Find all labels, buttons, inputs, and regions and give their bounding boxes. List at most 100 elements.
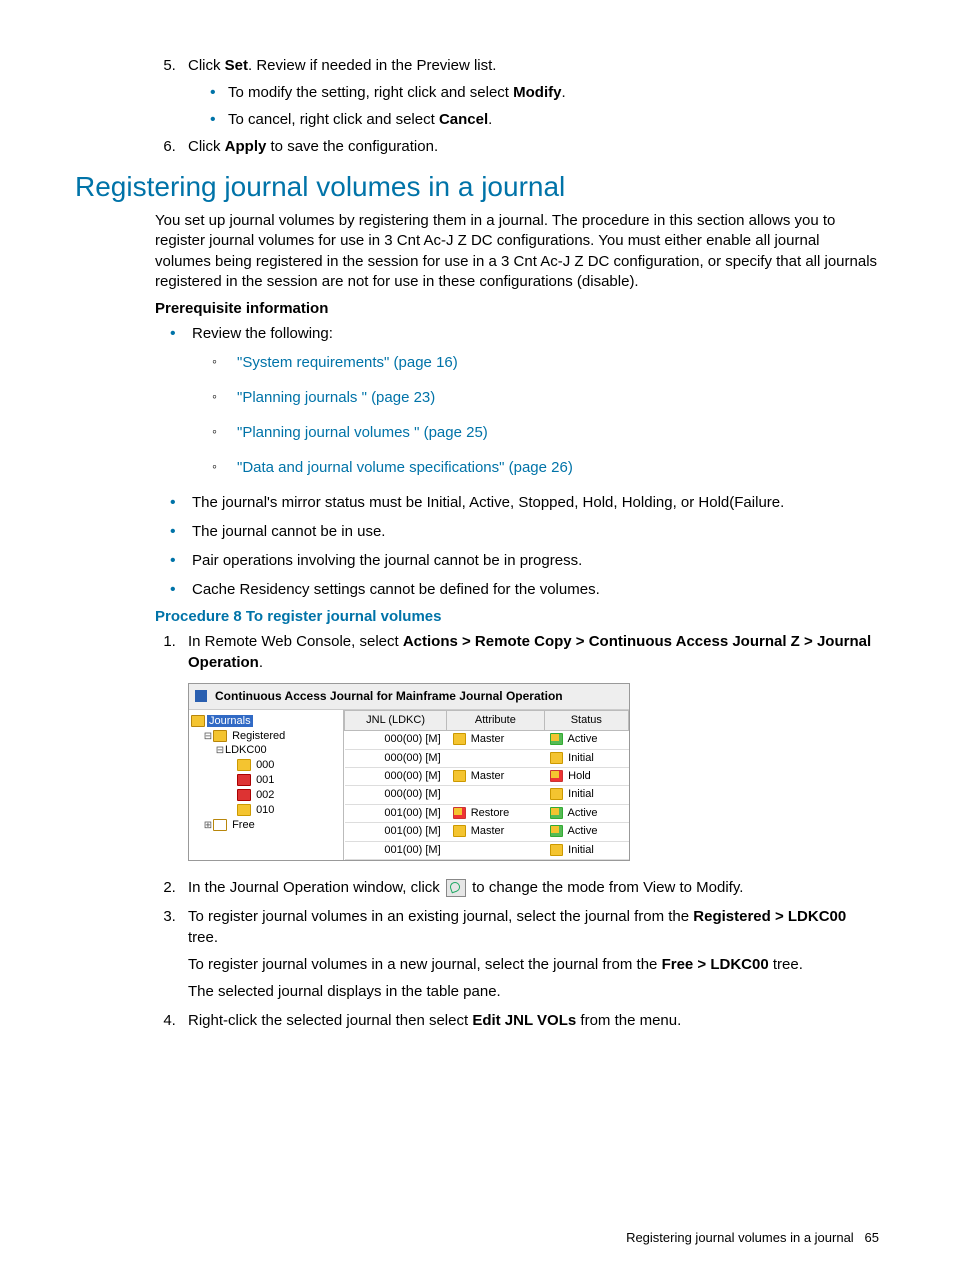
expand-icon[interactable]: ⊞ <box>203 819 213 833</box>
journal-icon <box>237 789 251 801</box>
tree-label: LDKC00 <box>225 744 267 756</box>
table-row[interactable]: 000(00) [M] Initial <box>345 786 629 804</box>
journal-icon <box>237 804 251 816</box>
cell-jnl: 001(00) [M] <box>345 823 447 841</box>
cell-status: Active <box>544 804 628 822</box>
proc-step-2: In the Journal Operation window, click t… <box>180 877 879 898</box>
journal-icon <box>237 774 251 786</box>
step-5: Click Set. Review if needed in the Previ… <box>180 55 879 130</box>
col-status[interactable]: Status <box>544 710 628 730</box>
prerequisite-heading: Prerequisite information <box>155 300 879 317</box>
text: Right-click the selected journal then se… <box>188 1012 472 1029</box>
attribute-icon <box>453 733 466 745</box>
cell-attribute: Restore <box>447 804 544 822</box>
text: . <box>561 84 565 101</box>
preceding-steps-list: Click Set. Review if needed in the Previ… <box>75 55 879 157</box>
table-row[interactable]: 000(00) [M] Master Active <box>345 731 629 749</box>
cell-attribute <box>447 786 544 804</box>
prereq-cache-residency: Cache Residency settings cannot be defin… <box>170 579 879 600</box>
tree-label: 010 <box>256 804 274 816</box>
prereq-not-in-use: The journal cannot be in use. <box>170 521 879 542</box>
cell-attribute <box>447 749 544 767</box>
link-planning-journals[interactable]: "Planning journals " (page 23) <box>237 389 435 406</box>
intro-paragraph: You set up journal volumes by registerin… <box>155 211 879 292</box>
collapse-icon[interactable]: ⊟ <box>203 730 213 744</box>
status-icon <box>550 807 563 819</box>
col-attribute[interactable]: Attribute <box>447 710 544 730</box>
procedure-heading: Procedure 8 To register journal volumes <box>155 608 879 625</box>
journal-table[interactable]: JNL (LDKC) Attribute Status 000(00) [M] … <box>344 710 629 860</box>
table-row[interactable]: 001(00) [M] Initial <box>345 841 629 859</box>
tree-node-010[interactable]: 010 <box>191 803 341 818</box>
tree-label: Free <box>232 819 255 831</box>
cell-status: Initial <box>544 841 628 859</box>
tree-label: 002 <box>256 789 274 801</box>
tree-root-journals[interactable]: Journals <box>191 714 341 729</box>
collapse-icon[interactable]: ⊟ <box>215 744 225 758</box>
bold-text: Cancel <box>439 111 488 128</box>
bold-text: Set <box>225 57 248 74</box>
text: tree. <box>769 956 803 973</box>
prereq-pair-ops: Pair operations involving the journal ca… <box>170 550 879 571</box>
text: . Review if needed in the Preview list. <box>248 57 496 74</box>
page-number: 65 <box>865 1230 879 1245</box>
cell-attribute: Master <box>447 731 544 749</box>
window-title-bar: Continuous Access Journal for Mainframe … <box>189 684 629 710</box>
bold-text: Edit JNL VOLs <box>472 1012 576 1029</box>
link-system-requirements[interactable]: "System requirements" (page 16) <box>237 354 458 371</box>
link-planning-journal-volumes[interactable]: "Planning journal volumes " (page 25) <box>237 424 488 441</box>
status-icon <box>550 844 563 856</box>
bold-text: Apply <box>225 138 267 155</box>
attribute-icon <box>453 770 466 782</box>
cell-attribute: Master <box>447 823 544 841</box>
status-icon <box>550 733 563 745</box>
step-6: Click Apply to save the configuration. <box>180 136 879 157</box>
text: The selected journal displays in the tab… <box>188 981 879 1002</box>
text: Click <box>188 57 225 74</box>
step-5-sub2: To cancel, right click and select Cancel… <box>228 109 879 130</box>
tree-ldkc00[interactable]: ⊟LDKC00 <box>191 743 341 758</box>
text: Review the following: <box>192 325 333 342</box>
tree-free[interactable]: ⊞ Free <box>191 818 341 833</box>
text: In the Journal Operation window, click <box>188 879 444 896</box>
tree-node-000[interactable]: 000 <box>191 758 341 773</box>
prereq-mirror-status: The journal's mirror status must be Init… <box>170 492 879 513</box>
col-jnl[interactable]: JNL (LDKC) <box>345 710 447 730</box>
attribute-icon <box>453 825 466 837</box>
status-icon <box>550 752 563 764</box>
tree-registered[interactable]: ⊟ Registered <box>191 729 341 744</box>
prerequisite-list: Review the following: "System requiremen… <box>75 323 879 600</box>
cell-jnl: 000(00) [M] <box>345 786 447 804</box>
tree-label: Registered <box>232 730 285 742</box>
table-row[interactable]: 000(00) [M] Initial <box>345 749 629 767</box>
attribute-icon <box>453 807 466 819</box>
table-row[interactable]: 000(00) [M] Master Hold <box>345 767 629 785</box>
prereq-review: Review the following: "System requiremen… <box>170 323 879 478</box>
cell-status: Hold <box>544 767 628 785</box>
bold-text: Registered > LDKC00 <box>693 908 846 925</box>
cell-jnl: 001(00) [M] <box>345 841 447 859</box>
cell-jnl: 001(00) [M] <box>345 804 447 822</box>
cell-status: Initial <box>544 786 628 804</box>
text: To modify the setting, right click and s… <box>228 84 513 101</box>
tree-node-002[interactable]: 002 <box>191 788 341 803</box>
table-row[interactable]: 001(00) [M] Restore Active <box>345 804 629 822</box>
table-pane: JNL (LDKC) Attribute Status 000(00) [M] … <box>344 710 629 860</box>
text: tree. <box>188 929 218 946</box>
tree-pane[interactable]: Journals ⊟ Registered ⊟LDKC00 000 001 00… <box>189 710 344 860</box>
section-heading: Registering journal volumes in a journal <box>75 171 879 203</box>
text: . <box>259 654 263 671</box>
tree-node-001[interactable]: 001 <box>191 773 341 788</box>
text: to change the mode from View to Modify. <box>468 879 743 896</box>
proc-step-1: In Remote Web Console, select Actions > … <box>180 631 879 861</box>
link-data-journal-specs[interactable]: "Data and journal volume specifications"… <box>237 459 573 476</box>
text: . <box>488 111 492 128</box>
cell-jnl: 000(00) [M] <box>345 749 447 767</box>
folder-icon <box>213 730 227 742</box>
procedure-list: In Remote Web Console, select Actions > … <box>75 631 879 1031</box>
folder-icon <box>213 819 227 831</box>
status-icon <box>550 788 563 800</box>
table-row[interactable]: 001(00) [M] Master Active <box>345 823 629 841</box>
modify-mode-icon[interactable] <box>446 879 466 897</box>
journal-icon <box>237 759 251 771</box>
